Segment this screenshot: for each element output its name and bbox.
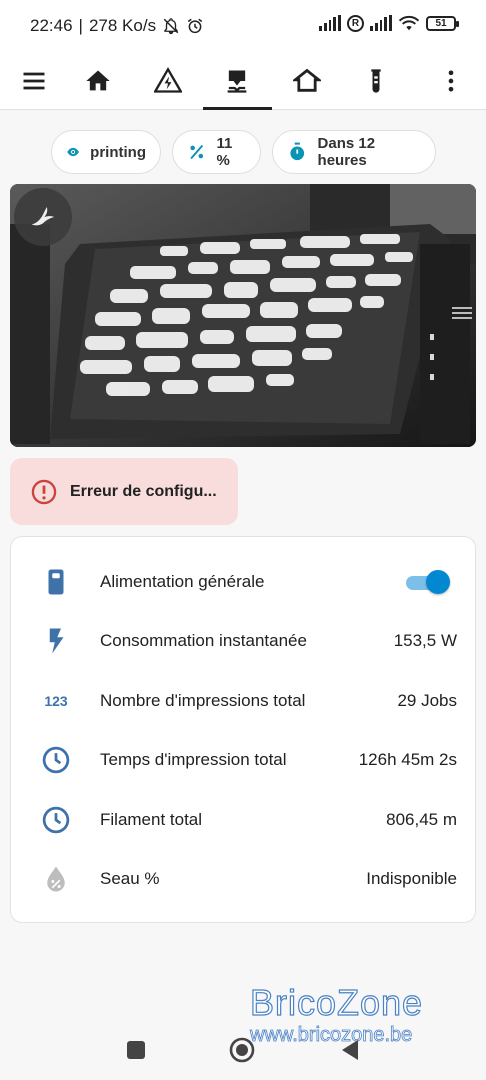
status-separator: |	[78, 16, 83, 35]
water-percent-icon	[41, 864, 71, 894]
clock-icon	[41, 745, 71, 775]
numeric-icon: 123	[41, 686, 71, 716]
system-nav-bar	[0, 1020, 486, 1080]
notifications-off-icon	[163, 18, 179, 35]
home-button-icon	[229, 1037, 255, 1063]
status-time: 22:46	[30, 16, 73, 35]
power-switch-icon	[41, 567, 71, 597]
camera-image	[10, 184, 476, 447]
chip-state[interactable]: printing	[51, 130, 161, 174]
more-vert-icon	[448, 70, 454, 92]
eye-icon	[67, 147, 79, 157]
entity-value: 29 Jobs	[397, 690, 457, 710]
signal-icon	[319, 15, 341, 31]
entities-card: Alimentation générale Consommation insta…	[10, 536, 476, 923]
status-speed: 278 Ko/s	[88, 16, 157, 35]
chip-eta-label: Dans 12 heures	[317, 135, 376, 169]
alert-circle-icon	[31, 479, 57, 504]
status-chips: printing 11 % Dans 12 heures	[0, 130, 486, 176]
tab-house[interactable]	[280, 52, 334, 110]
tab-lab[interactable]	[349, 52, 403, 110]
config-error-chip[interactable]: Erreur de configu...	[10, 458, 238, 525]
entity-row-print-time[interactable]: Temps d'impression total 126h 45m 2s	[11, 730, 477, 789]
entity-row-bucket[interactable]: Seau % Indisponible	[11, 849, 477, 908]
menu-icon	[23, 72, 45, 90]
watermark-title: BricoZone	[249, 981, 424, 1023]
test-tube-icon	[371, 69, 381, 93]
more-button[interactable]	[424, 52, 478, 110]
entity-label: Nombre d'impressions total	[100, 690, 306, 710]
recents-button[interactable]	[126, 1040, 146, 1060]
battery-icon: 51	[426, 15, 459, 31]
chip-progress[interactable]: 11 %	[172, 130, 261, 174]
entity-row-print-count[interactable]: 123 Nombre d'impressions total 29 Jobs	[11, 671, 477, 730]
status-left: 22:46 | 278 Ko/s	[30, 16, 204, 36]
chip-progress-label: 11 %	[216, 135, 233, 169]
chip-eta[interactable]: Dans 12 heures	[272, 130, 436, 174]
timer-icon	[290, 142, 305, 161]
wifi-icon	[398, 15, 420, 31]
error-text: Erreur de configu...	[70, 482, 217, 500]
home-icon	[86, 70, 110, 91]
active-tab-indicator	[203, 107, 272, 110]
menu-button[interactable]	[7, 52, 61, 110]
camera-feed[interactable]	[10, 184, 476, 447]
entity-row-consumption[interactable]: Consommation instantanée 153,5 W	[11, 611, 477, 670]
home-button[interactable]	[229, 1037, 255, 1063]
roaming-icon: R	[347, 14, 364, 32]
tab-energy[interactable]	[141, 52, 195, 110]
percent-icon	[190, 144, 204, 160]
home-outline-icon	[293, 68, 321, 92]
recents-icon	[127, 1041, 145, 1059]
tab-home[interactable]	[71, 52, 125, 110]
menu-icon[interactable]	[452, 304, 472, 322]
back-button[interactable]	[340, 1039, 360, 1061]
entity-value: Indisponible	[366, 868, 457, 888]
bird-icon	[31, 207, 55, 226]
tab-printer[interactable]	[210, 52, 264, 110]
flash-icon	[41, 626, 71, 656]
alarm-icon	[187, 18, 203, 34]
entity-label: Filament total	[100, 809, 203, 829]
entity-label: Alimentation générale	[100, 571, 265, 591]
power-toggle[interactable]	[406, 569, 450, 594]
status-right: R 51	[319, 14, 459, 32]
entity-row-power[interactable]: Alimentation générale	[11, 552, 477, 611]
camera-logo	[14, 188, 72, 246]
entity-row-filament[interactable]: Filament total 806,45 m	[11, 790, 477, 849]
status-bar: 22:46 | 278 Ko/s R 51	[0, 0, 486, 52]
svg-text:123: 123	[44, 693, 68, 709]
signal-icon	[370, 15, 392, 31]
entity-value: 126h 45m 2s	[358, 749, 457, 769]
toolbar	[0, 52, 486, 110]
printer-icon	[227, 70, 247, 93]
chip-state-label: printing	[90, 143, 146, 161]
entity-label: Consommation instantanée	[100, 630, 307, 650]
entity-label: Temps d'impression total	[100, 749, 287, 769]
back-icon	[342, 1040, 358, 1060]
entity-value: 806,45 m	[386, 809, 457, 829]
energy-icon	[154, 67, 182, 93]
entity-label: Seau %	[100, 868, 160, 888]
battery-level: 51	[435, 17, 447, 29]
clock-icon	[41, 805, 71, 835]
entity-value: 153,5 W	[393, 630, 457, 650]
